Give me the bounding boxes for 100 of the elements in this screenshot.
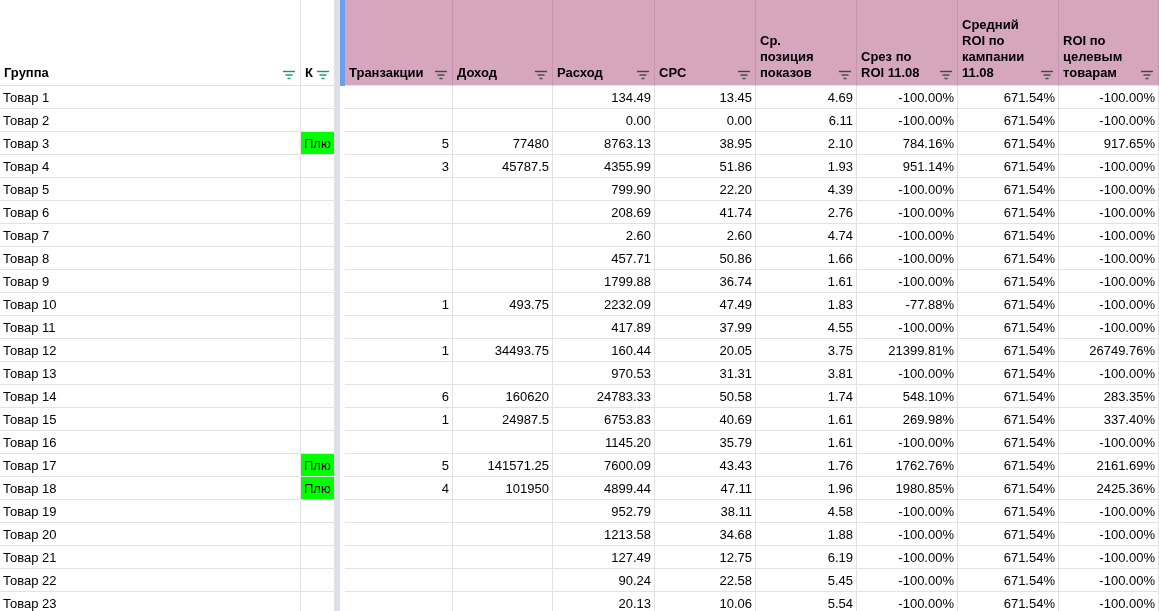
column-label: Доход: [457, 65, 497, 81]
table-cell: -100.00%: [1059, 431, 1159, 454]
table-cell: Товар 17: [0, 454, 301, 477]
filter-button[interactable]: [534, 70, 548, 80]
table-cell: 6753.83: [553, 408, 655, 431]
table-cell: -100.00%: [1059, 500, 1159, 523]
column-header[interactable]: Срез по ROI 11.08: [857, 0, 958, 86]
table-cell: 22.20: [655, 178, 756, 201]
table-cell: 8763.13: [553, 132, 655, 155]
table-cell: 1.61: [756, 408, 857, 431]
table-cell: -100.00%: [1059, 155, 1159, 178]
table-cell: 671.54%: [958, 339, 1059, 362]
table-cell: -100.00%: [1059, 86, 1159, 109]
filter-button[interactable]: [316, 70, 330, 80]
table-cell: 2.10: [756, 132, 857, 155]
table-cell: 1145.20: [553, 431, 655, 454]
table-cell: 671.54%: [958, 362, 1059, 385]
column-header[interactable]: Доход: [453, 0, 553, 86]
column-label: Средний ROI по кампании 11.08: [962, 17, 1026, 81]
table-cell: 35.79: [655, 431, 756, 454]
table-cell: 43.43: [655, 454, 756, 477]
table-cell: -100.00%: [857, 247, 958, 270]
table-cell: 2.60: [655, 224, 756, 247]
table-cell: 3.75: [756, 339, 857, 362]
filter-button[interactable]: [939, 70, 953, 80]
table-cell: 3.81: [756, 362, 857, 385]
filter-button[interactable]: [434, 70, 448, 80]
table-cell: -100.00%: [1059, 109, 1159, 132]
table-cell: -100.00%: [857, 224, 958, 247]
table-cell: 4.69: [756, 86, 857, 109]
table-cell: 0.00: [553, 109, 655, 132]
table-cell: 13.45: [655, 86, 756, 109]
table-cell: -100.00%: [1059, 316, 1159, 339]
column-header[interactable]: Расход: [553, 0, 655, 86]
filter-button[interactable]: [838, 70, 852, 80]
table-cell: 671.54%: [958, 431, 1059, 454]
table-cell: 1.61: [756, 270, 857, 293]
column-label: К: [305, 65, 313, 81]
column-header[interactable]: Средний ROI по кампании 11.08: [958, 0, 1059, 86]
table-cell: 40.69: [655, 408, 756, 431]
column-header[interactable]: Транзакции: [345, 0, 453, 86]
column-label: Транзакции: [349, 65, 424, 81]
table-cell: 4899.44: [553, 477, 655, 500]
table-cell: -100.00%: [857, 316, 958, 339]
table-cell: -100.00%: [1059, 293, 1159, 316]
table-cell: 4.58: [756, 500, 857, 523]
table-cell: 141571.25: [453, 454, 553, 477]
table-cell: 5: [345, 132, 453, 155]
table-cell: 51.86: [655, 155, 756, 178]
filter-button[interactable]: [1040, 70, 1054, 80]
filter-button[interactable]: [1140, 70, 1154, 80]
filter-button[interactable]: [636, 70, 650, 80]
column-header[interactable]: ROI по целевым товарам: [1059, 0, 1159, 86]
table-cell: Товар 9: [0, 270, 301, 293]
column-label: CPC: [659, 65, 687, 81]
table-cell: 1: [345, 293, 453, 316]
filter-button[interactable]: [737, 70, 751, 80]
table-cell: 2232.09: [553, 293, 655, 316]
table-cell: 34493.75: [453, 339, 553, 362]
table-cell: 34.68: [655, 523, 756, 546]
table-cell: 1799.88: [553, 270, 655, 293]
table-cell: 1.88: [756, 523, 857, 546]
table-cell: Товар 20: [0, 523, 301, 546]
table-cell: -100.00%: [857, 86, 958, 109]
table-cell: -100.00%: [857, 270, 958, 293]
column-header[interactable]: CPC: [655, 0, 756, 86]
table-cell: 50.58: [655, 385, 756, 408]
column-header[interactable]: К: [301, 0, 335, 86]
table-cell: 671.54%: [958, 178, 1059, 201]
table-cell: -100.00%: [1059, 247, 1159, 270]
table-cell: 970.53: [553, 362, 655, 385]
table-cell: -100.00%: [1059, 270, 1159, 293]
table-cell: 671.54%: [958, 224, 1059, 247]
table-cell: 1213.58: [553, 523, 655, 546]
table-cell: -100.00%: [857, 109, 958, 132]
table-cell: 4.39: [756, 178, 857, 201]
filter-button[interactable]: [282, 70, 296, 80]
table-cell: Товар 8: [0, 247, 301, 270]
table-cell: 0.00: [655, 109, 756, 132]
column-header[interactable]: Ср. позиция показов: [756, 0, 857, 86]
table-cell: 160.44: [553, 339, 655, 362]
table-cell: 283.35%: [1059, 385, 1159, 408]
table-cell: 671.54%: [958, 569, 1059, 592]
table-cell: 951.14%: [857, 155, 958, 178]
table-cell: 2.76: [756, 201, 857, 224]
table-cell: 134.49: [553, 86, 655, 109]
table-cell: 24783.33: [553, 385, 655, 408]
table-cell: Товар 12: [0, 339, 301, 362]
table-cell: 671.54%: [958, 86, 1059, 109]
table-cell: 26749.76%: [1059, 339, 1159, 362]
table-cell: 38.95: [655, 132, 756, 155]
column-header[interactable]: Группа: [0, 0, 301, 86]
table-cell: 952.79: [553, 500, 655, 523]
table-cell: 4.55: [756, 316, 857, 339]
table-cell: Товар 4: [0, 155, 301, 178]
highlighted-cell: Плю: [301, 132, 335, 155]
table-cell: 160620: [453, 385, 553, 408]
column-label: Группа: [4, 65, 49, 81]
table-cell: 6.11: [756, 109, 857, 132]
table-cell: Товар 2: [0, 109, 301, 132]
